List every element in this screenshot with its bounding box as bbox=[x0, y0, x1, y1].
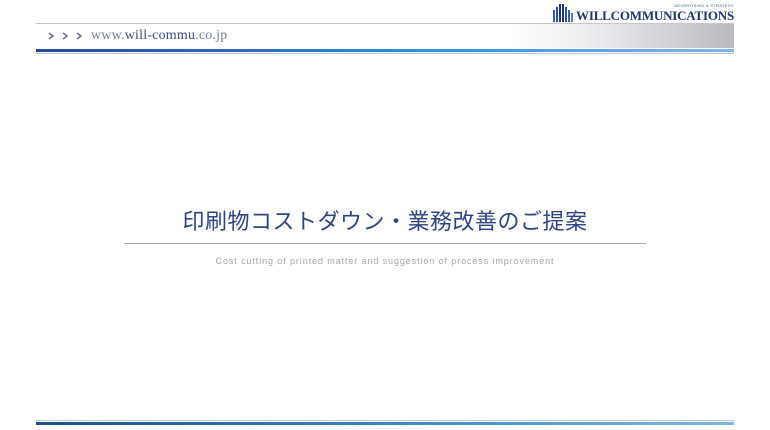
header-bar: www.will-commu.co.jp bbox=[36, 23, 734, 48]
slide-subtitle: Cost cutting of printed matter and sugge… bbox=[215, 256, 555, 266]
url-suffix: .co.jp bbox=[195, 28, 228, 43]
title-divider bbox=[124, 243, 646, 244]
chevron-right-icon bbox=[48, 32, 55, 40]
chevron-right-icon bbox=[62, 32, 69, 40]
url-prefix: www. bbox=[91, 28, 125, 43]
company-logo: ADVERTISING & STRATEGY WILLCOMMUNICATION… bbox=[553, 2, 734, 22]
header-rule-thin bbox=[36, 53, 734, 54]
footer-rule-thin bbox=[36, 420, 734, 421]
header-rule bbox=[36, 49, 734, 52]
slide-title: 印刷物コストダウン・業務改善のご提案 bbox=[182, 210, 588, 235]
url-domain: will-commu bbox=[124, 28, 196, 43]
header-arrows bbox=[46, 31, 88, 41]
logo-name: WILLCOMMUNICATIONS bbox=[576, 8, 734, 23]
footer-rule bbox=[36, 422, 734, 425]
chevron-right-icon bbox=[76, 32, 83, 40]
website-url[interactable]: www.will-commu.co.jp bbox=[91, 28, 227, 44]
logo-building-icon bbox=[553, 4, 574, 22]
